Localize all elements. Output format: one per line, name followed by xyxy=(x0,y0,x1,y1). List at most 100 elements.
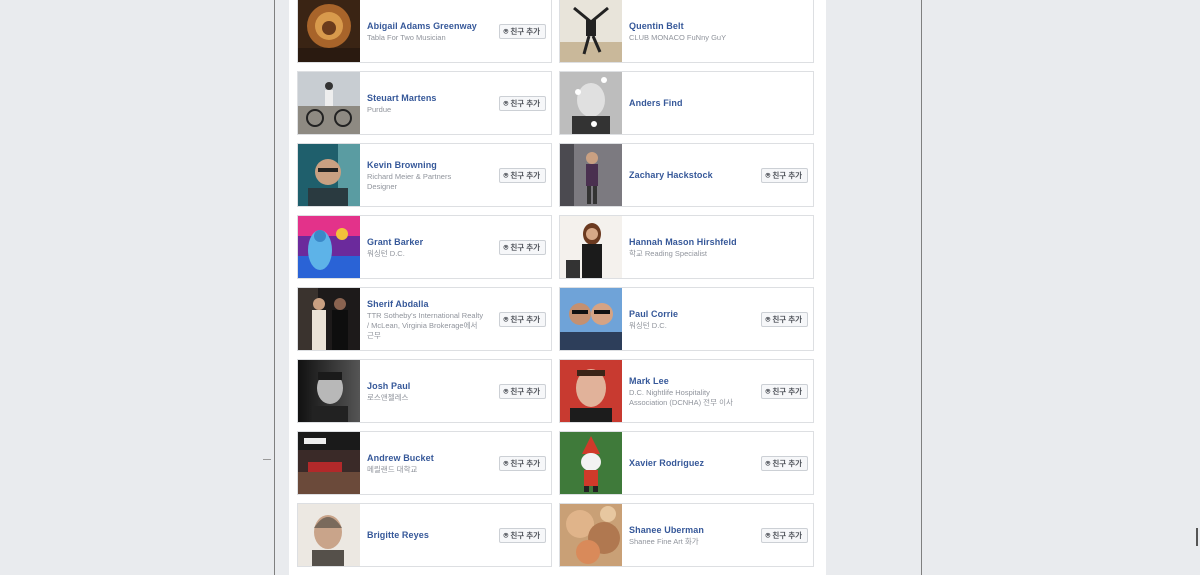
profile-photo[interactable] xyxy=(560,0,622,62)
friend-card-josh-paul: Josh Paul 로스앤젤레스 ⍟ 친구 추가 xyxy=(297,359,552,423)
friend-detail-line: Association (DCNHA) 전무 이사 xyxy=(629,397,733,407)
profile-photo[interactable] xyxy=(560,216,622,278)
add-friend-label: 친구 추가 xyxy=(772,315,802,324)
friend-detail: 학교 Reading Specialist xyxy=(629,248,708,258)
profile-photo[interactable] xyxy=(560,504,622,566)
add-friend-icon: ⍟ xyxy=(503,315,509,324)
friend-card-steuart-martens: Steuart Martens Purdue ⍟ 친구 추가 xyxy=(297,71,552,135)
friend-detail: Richard Meier & Partners Designer xyxy=(367,172,485,192)
add-friend-button[interactable]: ⍟ 친구 추가 xyxy=(498,168,546,183)
friend-name-link[interactable]: Brigitte Reyes xyxy=(367,529,485,541)
profile-photo[interactable] xyxy=(560,72,622,134)
add-friend-button[interactable]: ⍟ 친구 추가 xyxy=(760,168,808,183)
friend-card-hannah-mason-hirshfeld: Hannah Mason Hirshfeld 학교 Reading Specia… xyxy=(559,215,814,279)
friend-card-sherif-abdalla: Sherif Abdalla TTR Sotheby's Internation… xyxy=(297,287,552,351)
friend-detail-line: / McLean, Virginia Brokerage에서 xyxy=(367,320,478,330)
add-friend-label: 친구 추가 xyxy=(510,531,540,540)
scrollbar-mark[interactable] xyxy=(1196,528,1198,546)
friend-card-abigail-adams-greenway: Abigail Adams Greenway Tabla For Two Mus… xyxy=(297,0,552,63)
friend-name-link[interactable]: Josh Paul xyxy=(367,380,485,392)
friend-card-brigitte-reyes: Brigitte Reyes ⍟ 친구 추가 xyxy=(297,503,552,567)
profile-photo[interactable] xyxy=(298,144,360,206)
add-friend-label: 친구 추가 xyxy=(510,315,540,324)
add-friend-button[interactable]: ⍟ 친구 추가 xyxy=(498,312,546,327)
friend-detail-line: TTR Sotheby's International Realty xyxy=(367,310,484,320)
friend-card-andrew-bucket: Andrew Bucket 메릴랜드 대학교 ⍟ 친구 추가 xyxy=(297,431,552,495)
friend-detail: D.C. Nightlife Hospitality Association (D… xyxy=(629,388,747,408)
friend-name-link[interactable]: Shanee Uberman xyxy=(629,524,747,536)
profile-photo[interactable] xyxy=(298,0,360,62)
add-friend-button[interactable]: ⍟ 친구 추가 xyxy=(498,240,546,255)
friend-detail-line: Designer xyxy=(367,181,398,191)
friend-name-link[interactable]: Steuart Martens xyxy=(367,92,485,104)
friend-info: Grant Barker 워싱턴 D.C. xyxy=(367,216,485,278)
friend-info: Brigitte Reyes xyxy=(367,504,485,566)
friend-name-link[interactable]: Grant Barker xyxy=(367,236,485,248)
friend-name-link[interactable]: Sherif Abdalla xyxy=(367,298,485,310)
profile-photo[interactable] xyxy=(560,144,622,206)
friend-name-link[interactable]: Andrew Bucket xyxy=(367,452,485,464)
add-friend-label: 친구 추가 xyxy=(772,387,802,396)
friend-info: Zachary Hackstock xyxy=(629,144,747,206)
friend-name-link[interactable]: Hannah Mason Hirshfeld xyxy=(629,236,747,248)
friend-card-mark-lee: Mark Lee D.C. Nightlife Hospitality Assoc… xyxy=(559,359,814,423)
add-friend-button[interactable]: ⍟ 친구 추가 xyxy=(760,384,808,399)
friend-name-link[interactable]: Xavier Rodriguez xyxy=(629,457,747,469)
add-friend-button[interactable]: ⍟ 친구 추가 xyxy=(760,312,808,327)
friend-name-link[interactable]: Zachary Hackstock xyxy=(629,169,747,181)
friend-info: Mark Lee D.C. Nightlife Hospitality Assoc… xyxy=(629,360,747,422)
friend-info: Xavier Rodriguez xyxy=(629,432,747,494)
add-friend-button[interactable]: ⍟ 친구 추가 xyxy=(498,456,546,471)
friend-suggestions-grid: Abigail Adams Greenway Tabla For Two Mus… xyxy=(289,0,826,575)
profile-photo[interactable] xyxy=(560,288,622,350)
friend-info: Anders Find xyxy=(629,72,747,134)
profile-photo[interactable] xyxy=(298,432,360,494)
add-friend-button[interactable]: ⍟ 친구 추가 xyxy=(498,528,546,543)
friend-name-link[interactable]: Quentin Belt xyxy=(629,20,747,32)
friend-name-link[interactable]: Mark Lee xyxy=(629,375,747,387)
friend-name-link[interactable]: Anders Find xyxy=(629,97,747,109)
profile-photo[interactable] xyxy=(298,360,360,422)
profile-photo[interactable] xyxy=(298,216,360,278)
friend-card-anders-find: Anders Find xyxy=(559,71,814,135)
profile-photo[interactable] xyxy=(298,72,360,134)
add-friend-icon: ⍟ xyxy=(503,99,509,108)
add-friend-label: 친구 추가 xyxy=(510,27,540,36)
friend-info: Abigail Adams Greenway Tabla For Two Mus… xyxy=(367,0,485,62)
profile-photo[interactable] xyxy=(560,432,622,494)
add-friend-button[interactable]: ⍟ 친구 추가 xyxy=(498,384,546,399)
add-friend-label: 친구 추가 xyxy=(772,459,802,468)
add-friend-button[interactable]: ⍟ 친구 추가 xyxy=(760,456,808,471)
friend-info: Hannah Mason Hirshfeld 학교 Reading Specia… xyxy=(629,216,747,278)
profile-photo[interactable] xyxy=(298,288,360,350)
friend-name-link[interactable]: Kevin Browning xyxy=(367,159,485,171)
add-friend-icon: ⍟ xyxy=(765,171,771,180)
add-friend-icon: ⍟ xyxy=(503,459,509,468)
friend-info: Steuart Martens Purdue xyxy=(367,72,485,134)
friend-name-link[interactable]: Abigail Adams Greenway xyxy=(367,20,485,32)
add-friend-icon: ⍟ xyxy=(765,387,771,396)
friend-card-grant-barker: Grant Barker 워싱턴 D.C. ⍟ 친구 추가 xyxy=(297,215,552,279)
add-friend-label: 친구 추가 xyxy=(510,459,540,468)
friend-info: Sherif Abdalla TTR Sotheby's Internation… xyxy=(367,288,485,350)
add-friend-button[interactable]: ⍟ 친구 추가 xyxy=(498,24,546,39)
add-friend-icon: ⍟ xyxy=(503,27,509,36)
add-friend-icon: ⍟ xyxy=(765,459,771,468)
add-friend-icon: ⍟ xyxy=(765,315,771,324)
friend-card-zachary-hackstock: Zachary Hackstock ⍟ 친구 추가 xyxy=(559,143,814,207)
friend-name-link[interactable]: Paul Corrie xyxy=(629,308,747,320)
friend-info: Shanee Uberman Shanee Fine Art 화가 xyxy=(629,504,747,566)
friend-info: Kevin Browning Richard Meier & Partners D… xyxy=(367,144,485,206)
add-friend-icon: ⍟ xyxy=(503,387,509,396)
friend-info: Andrew Bucket 메릴랜드 대학교 xyxy=(367,432,485,494)
add-friend-button[interactable]: ⍟ 친구 추가 xyxy=(498,96,546,111)
profile-photo[interactable] xyxy=(560,360,622,422)
friend-detail-line: D.C. Nightlife Hospitality xyxy=(629,387,710,397)
friend-info: Josh Paul 로스앤젤레스 xyxy=(367,360,485,422)
add-friend-label: 친구 추가 xyxy=(510,387,540,396)
friend-detail: 메릴랜드 대학교 xyxy=(367,464,418,474)
add-friend-label: 친구 추가 xyxy=(510,99,540,108)
profile-photo[interactable] xyxy=(298,504,360,566)
add-friend-button[interactable]: ⍟ 친구 추가 xyxy=(760,528,808,543)
add-friend-icon: ⍟ xyxy=(503,531,509,540)
